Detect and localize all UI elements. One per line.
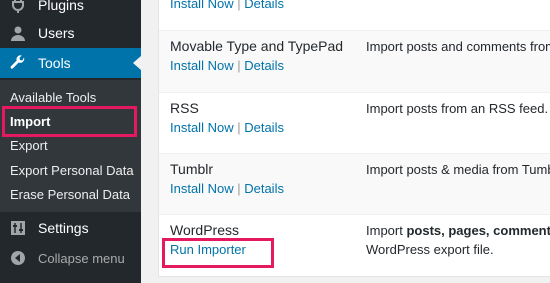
importer-actions: Install Now | Details	[170, 58, 284, 73]
install-now-link[interactable]: Install Now	[170, 181, 234, 196]
collapse-arrow-icon	[9, 249, 27, 267]
importer-description: Import posts, pages, comments, cWordPres…	[366, 223, 550, 257]
collapse-menu-button[interactable]: Collapse menu	[0, 245, 141, 271]
users-icon	[9, 24, 27, 42]
submenu-available-tools[interactable]: Available Tools	[10, 90, 96, 105]
import-highlight-box	[2, 106, 137, 137]
plugin-icon	[9, 0, 27, 14]
details-link[interactable]: Details	[244, 58, 284, 73]
importer-name: Movable Type and TypePad	[170, 38, 344, 54]
run-importer-highlight-box	[162, 238, 274, 268]
importer-description: Import posts from an RSS feed.	[366, 101, 549, 116]
install-now-link[interactable]: Install Now	[170, 0, 234, 11]
details-link[interactable]: Details	[244, 0, 284, 11]
details-link[interactable]: Details	[244, 181, 284, 196]
settings-sliders-icon	[9, 219, 27, 237]
importer-actions: Install Now | Details	[170, 120, 284, 135]
importer-row: Install Now | Details	[159, 0, 550, 31]
submenu-erase-personal-data[interactable]: Erase Personal Data	[10, 187, 130, 202]
install-now-link[interactable]: Install Now	[170, 120, 234, 135]
tools-submenu: Available Tools Import Export Export Per…	[0, 80, 141, 212]
importer-name: WordPress	[170, 222, 239, 238]
importers-table: Install Now | Details Movable Type and T…	[158, 0, 550, 277]
menu-tools-label: Tools	[38, 55, 71, 71]
menu-users[interactable]: Users	[0, 20, 141, 46]
importer-name: Tumblr	[170, 161, 214, 177]
details-link[interactable]: Details	[244, 120, 284, 135]
collapse-menu-label: Collapse menu	[38, 250, 125, 266]
menu-users-label: Users	[38, 25, 75, 41]
menu-settings[interactable]: Settings	[0, 215, 141, 241]
wrench-icon	[9, 54, 27, 72]
importer-row: Movable Type and TypePad Install Now | D…	[159, 31, 550, 93]
importer-description: Import posts & media from Tumblr u	[366, 162, 550, 177]
importer-row: Tumblr Install Now | Details Import post…	[159, 154, 550, 215]
menu-settings-label: Settings	[38, 220, 89, 236]
importer-description: Import posts and comments from a	[366, 39, 550, 54]
submenu-export[interactable]: Export	[10, 138, 48, 153]
submenu-export-personal-data[interactable]: Export Personal Data	[10, 163, 134, 178]
menu-plugins-label: Plugins	[38, 0, 84, 13]
importer-name: RSS	[170, 100, 199, 116]
importer-actions: Install Now | Details	[170, 181, 284, 196]
importer-actions: Install Now | Details	[170, 0, 284, 11]
install-now-link[interactable]: Install Now	[170, 58, 234, 73]
menu-tools[interactable]: Tools	[0, 48, 141, 78]
admin-sidebar: Plugins Users Tools Available Tools Impo…	[0, 0, 141, 283]
menu-plugins[interactable]: Plugins	[0, 0, 141, 18]
importer-row: RSS Install Now | Details Import posts f…	[159, 93, 550, 154]
